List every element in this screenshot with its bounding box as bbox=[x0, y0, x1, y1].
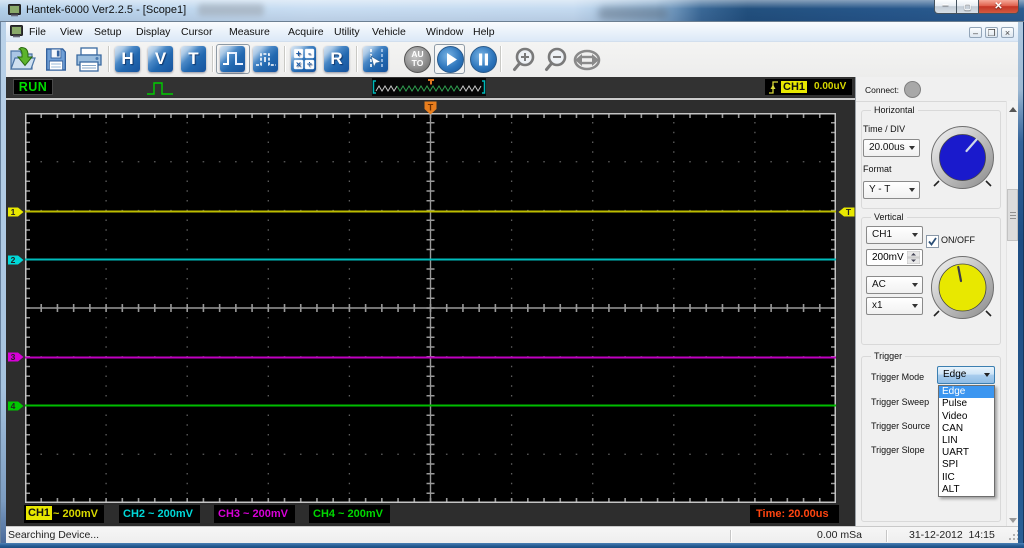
svg-text:+: + bbox=[296, 49, 301, 59]
svg-text:1: 1 bbox=[11, 207, 16, 217]
svg-text:-: - bbox=[308, 49, 311, 59]
svg-text:4: 4 bbox=[11, 401, 16, 411]
svg-text:T: T bbox=[428, 103, 434, 113]
svg-text:÷: ÷ bbox=[307, 60, 312, 70]
svg-text:×: × bbox=[296, 60, 301, 70]
svg-text:2: 2 bbox=[11, 255, 16, 265]
svg-text:3: 3 bbox=[11, 352, 16, 362]
svg-text:T: T bbox=[846, 207, 852, 217]
